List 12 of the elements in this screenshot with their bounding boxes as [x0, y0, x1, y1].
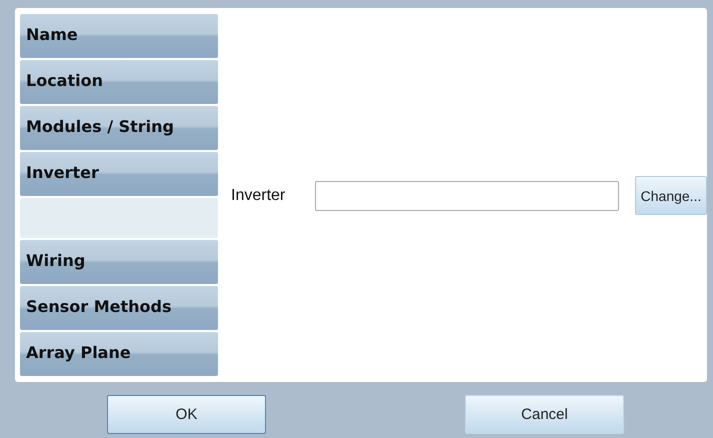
section-header[interactable]: Array Plane	[20, 332, 218, 376]
change-button[interactable]: Change...	[635, 176, 707, 215]
section-header[interactable]: Wiring	[20, 240, 218, 284]
inverter-field[interactable]	[315, 180, 619, 210]
section-header[interactable]: Name	[20, 14, 218, 58]
section-header[interactable]: Inverter	[20, 152, 218, 196]
section-header[interactable]: Modules / String	[20, 106, 218, 150]
field-label: Inverter	[231, 186, 286, 204]
cancel-button[interactable]: Cancel	[465, 395, 624, 434]
ok-button[interactable]: OK	[107, 395, 266, 434]
section-header[interactable]: Sensor Methods	[20, 286, 218, 330]
section-header[interactable]: Location	[20, 60, 218, 104]
